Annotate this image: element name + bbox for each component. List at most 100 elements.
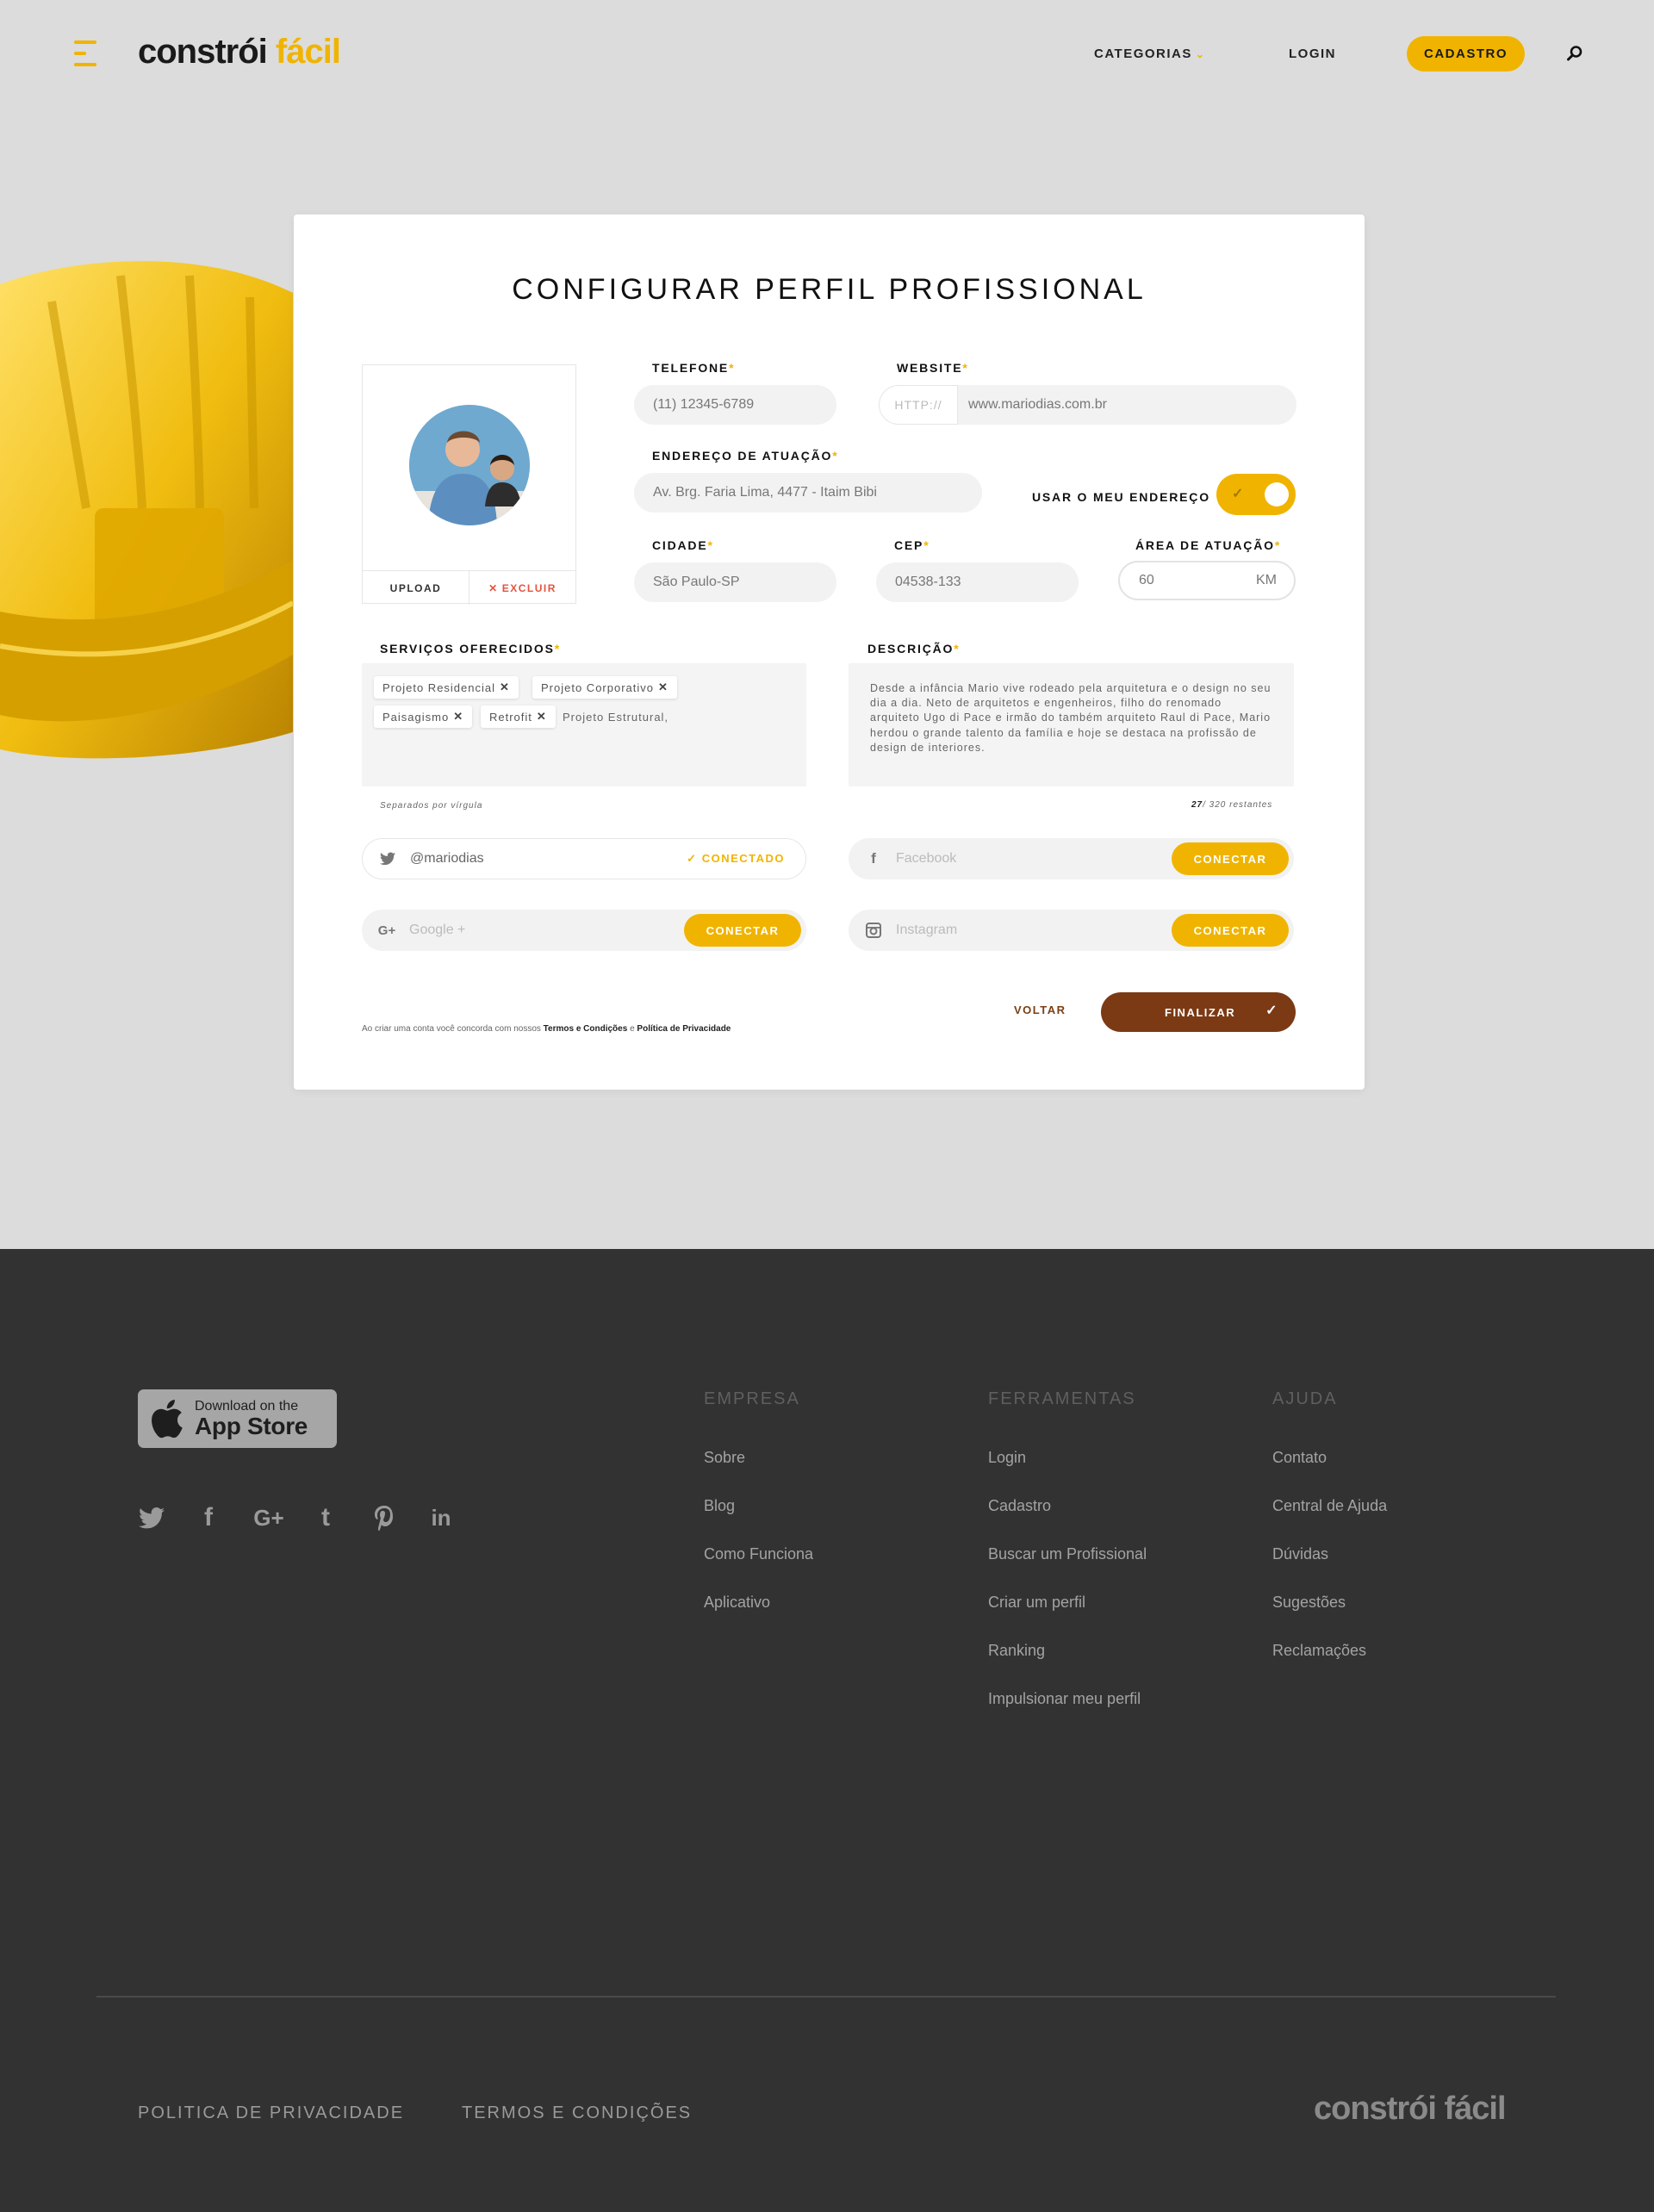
endereco-field[interactable]: Av. Brg. Faria Lima, 4477 - Itaim Bibi	[634, 473, 982, 513]
instagram-connect: Instagram CONECTAR	[849, 910, 1294, 951]
website-value: www.mariodias.com.br	[968, 397, 1107, 412]
nav-categorias-label: CATEGORIAS	[1094, 47, 1192, 61]
logo-part2: fácil	[275, 33, 341, 71]
usar-endereco-toggle[interactable]: ✓	[1216, 474, 1296, 515]
search-icon[interactable]	[1566, 45, 1583, 62]
cep-field[interactable]: 04538-133	[876, 562, 1079, 602]
close-icon[interactable]: ✕	[537, 710, 547, 724]
endereco-label: ENDEREÇO DE ATUAÇÃO*	[652, 449, 838, 463]
service-tag: Projeto Residencial ✕	[374, 676, 519, 699]
nav-login[interactable]: LOGIN	[1289, 47, 1336, 61]
twitter-icon[interactable]	[138, 1504, 165, 1532]
menu-icon[interactable]	[74, 40, 100, 66]
website-label-text: WEBSITE	[897, 361, 963, 375]
footer-link[interactable]: Sobre	[704, 1433, 813, 1482]
voltar-button[interactable]: VOLTAR	[1014, 1003, 1066, 1016]
footer-link[interactable]: Cadastro	[988, 1482, 1147, 1530]
footer-link[interactable]: Blog	[704, 1482, 813, 1530]
footer-column-title: EMPRESA	[704, 1389, 800, 1408]
footer-link[interactable]: Como Funciona	[704, 1530, 813, 1578]
twitter-icon	[380, 851, 395, 867]
app-store-badge[interactable]: Download on the App Store	[138, 1389, 337, 1448]
usar-endereco-label: USAR O MEU ENDEREÇO	[1032, 490, 1210, 504]
delete-avatar-button[interactable]: ✕ EXCLUIR	[469, 571, 575, 605]
service-tag-label: Retrofit	[489, 710, 532, 724]
service-tag-label: Projeto Corporativo	[541, 680, 654, 694]
footer-link[interactable]: Impulsionar meu perfil	[988, 1675, 1147, 1723]
logo[interactable]: constrói fácil	[138, 33, 341, 71]
required-mark: *	[554, 642, 562, 656]
terms-conditions-link[interactable]: TERMOS E CONDIÇÕES	[462, 2103, 692, 2123]
required-mark: *	[923, 538, 930, 552]
footer-divider	[96, 1996, 1556, 1998]
terms-and: e	[630, 1024, 635, 1034]
footer-link[interactable]: Sugestões	[1272, 1578, 1387, 1626]
page-title: CONFIGURAR PERFIL PROFISSIONAL	[512, 273, 1147, 306]
instagram-icon	[866, 923, 881, 938]
footer-link[interactable]: Criar um perfil	[988, 1578, 1147, 1626]
footer-link[interactable]: Reclamações	[1272, 1626, 1387, 1675]
google-plus-icon[interactable]: G+	[250, 1504, 288, 1532]
check-icon: ✓	[1265, 1003, 1278, 1018]
helmet-illustration	[0, 261, 295, 759]
service-tag: Retrofit ✕	[481, 705, 556, 728]
pinterest-icon[interactable]	[370, 1504, 398, 1532]
footer-column-ferramentas: FERRAMENTAS Login Cadastro Buscar um Pro…	[988, 1389, 1147, 1723]
nav-categorias[interactable]: CATEGORIAS ⌄	[1094, 47, 1205, 61]
telefone-field[interactable]: (11) 12345-6789	[634, 385, 836, 425]
close-icon[interactable]: ✕	[453, 710, 463, 724]
area-label: ÁREA DE ATUAÇÃO*	[1135, 538, 1281, 552]
cidade-field[interactable]: São Paulo-SP	[634, 562, 836, 602]
footer-link[interactable]: Central de Ajuda	[1272, 1482, 1387, 1530]
area-value: 60	[1139, 573, 1154, 587]
privacy-link[interactable]: Política de Privacidade	[637, 1024, 731, 1034]
chevron-down-icon: ⌄	[1195, 48, 1206, 60]
finalizar-button[interactable]: FINALIZAR ✓	[1101, 992, 1296, 1032]
terms-text: Ao criar uma conta você concorda com nos…	[362, 1024, 731, 1034]
website-label: WEBSITE*	[897, 361, 969, 375]
area-field[interactable]: 60 KM	[1118, 561, 1296, 600]
upload-button[interactable]: UPLOAD	[363, 571, 469, 605]
footer-link[interactable]: Aplicativo	[704, 1578, 813, 1626]
close-icon[interactable]: ✕	[500, 680, 510, 694]
cadastro-button[interactable]: CADASTRO	[1407, 36, 1525, 71]
footer-link[interactable]: Dúvidas	[1272, 1530, 1387, 1578]
finalizar-label: FINALIZAR	[1165, 1005, 1236, 1019]
privacy-policy-link[interactable]: POLITICA DE PRIVACIDADE	[138, 2103, 404, 2123]
twitter-connect[interactable]: @mariodias ✓ CONECTADO	[362, 838, 806, 879]
footer-column-title: FERRAMENTAS	[988, 1389, 1136, 1408]
service-tag-label: Projeto Residencial	[382, 680, 496, 694]
google-connect-button[interactable]: CONECTAR	[684, 914, 801, 947]
website-field[interactable]: HTTP:// www.mariodias.com.br	[879, 385, 1296, 425]
google-plus-icon: G+	[377, 923, 396, 938]
servicos-label: SERVIÇOS OFERECIDOS*	[380, 642, 561, 656]
facebook-icon[interactable]: f	[195, 1503, 222, 1532]
footer-link[interactable]: Contato	[1272, 1433, 1387, 1482]
website-prefix: HTTP://	[879, 385, 958, 425]
cep-label-text: CEP	[894, 538, 924, 552]
footer-link[interactable]: Login	[988, 1433, 1147, 1482]
twitter-status: ✓ CONECTADO	[687, 852, 785, 866]
footer-link[interactable]: Buscar um Profissional	[988, 1530, 1147, 1578]
required-mark: *	[707, 538, 714, 552]
footer-link[interactable]: Ranking	[988, 1626, 1147, 1675]
terms-link[interactable]: Termos e Condições	[544, 1024, 628, 1034]
servicos-hint: Separados por vírgula	[380, 801, 483, 811]
close-icon[interactable]: ✕	[658, 680, 668, 694]
descricao-label-text: DESCRIÇÃO	[867, 642, 954, 656]
footer-logo[interactable]: constrói fácil	[1314, 2091, 1506, 2128]
linkedin-icon[interactable]: in	[427, 1504, 455, 1532]
telefone-label: TELEFONE*	[652, 361, 735, 375]
check-icon: ✓	[687, 852, 702, 865]
facebook-connect-button[interactable]: CONECTAR	[1172, 842, 1289, 875]
tumblr-icon[interactable]: t	[312, 1503, 339, 1532]
instagram-connect-button[interactable]: CONECTAR	[1172, 914, 1289, 947]
footer: Download on the App Store f G+ t in EMPR…	[0, 1249, 1654, 2212]
google-placeholder: Google +	[409, 923, 466, 937]
avatar	[409, 405, 530, 525]
facebook-connect: f Facebook CONECTAR	[849, 838, 1294, 879]
required-mark: *	[729, 361, 736, 375]
descricao-value: Desde a infância Mario vive rodeado pela…	[870, 682, 1272, 754]
top-header: constrói fácil CATEGORIAS ⌄ LOGIN CADASTR…	[0, 0, 1654, 109]
terms-prefix: Ao criar uma conta você concorda com nos…	[362, 1024, 541, 1034]
